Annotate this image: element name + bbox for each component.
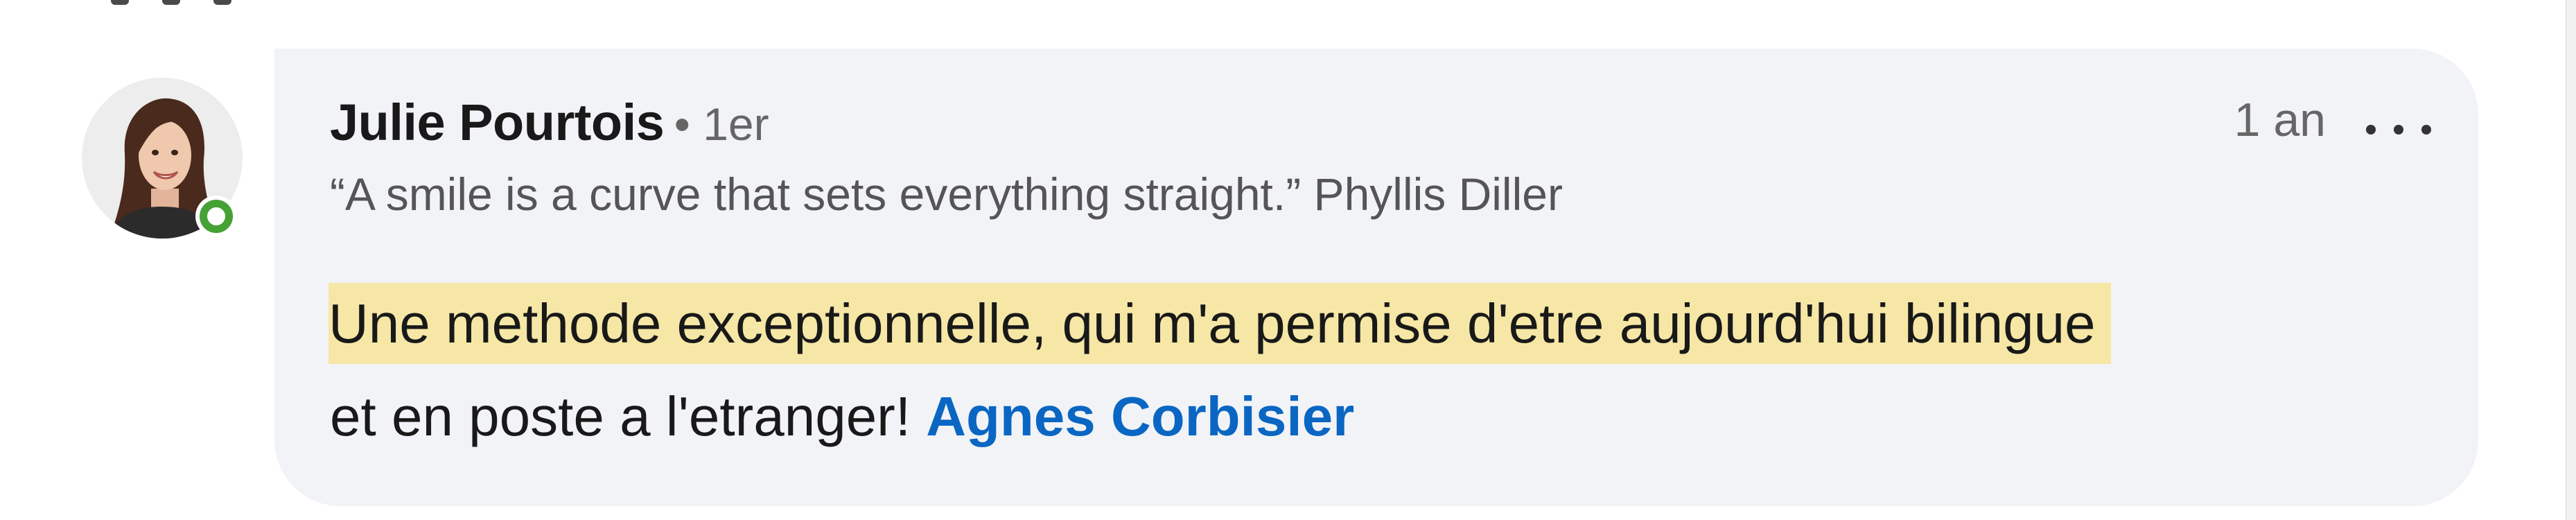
author-name[interactable]: Julie Pourtois: [330, 94, 665, 151]
comment-text-rest: et en poste a l'etranger!: [330, 385, 911, 447]
more-options-button[interactable]: [2360, 98, 2437, 140]
comment-timestamp: 1 an: [2234, 94, 2326, 146]
cut-off-content: [111, 0, 333, 6]
mention-link[interactable]: Agnes Corbisier: [926, 385, 1354, 447]
comment-section: Julie Pourtois • 1er 1 an “A smile is a …: [0, 0, 2576, 520]
highlighted-text: Une methode exceptionnelle, qui m'a perm…: [328, 283, 2111, 364]
comment-header: Julie Pourtois • 1er 1 an: [330, 93, 2437, 155]
online-status-icon: [195, 196, 237, 237]
comment-bubble: Julie Pourtois • 1er 1 an “A smile is a …: [274, 49, 2478, 506]
comment-text: Une methode exceptionnelle, qui m'a perm…: [328, 277, 2423, 463]
author-headline: “A smile is a curve that sets everything…: [330, 168, 1563, 220]
scrollbar[interactable]: [2566, 0, 2576, 520]
connection-degree: • 1er: [674, 98, 769, 150]
